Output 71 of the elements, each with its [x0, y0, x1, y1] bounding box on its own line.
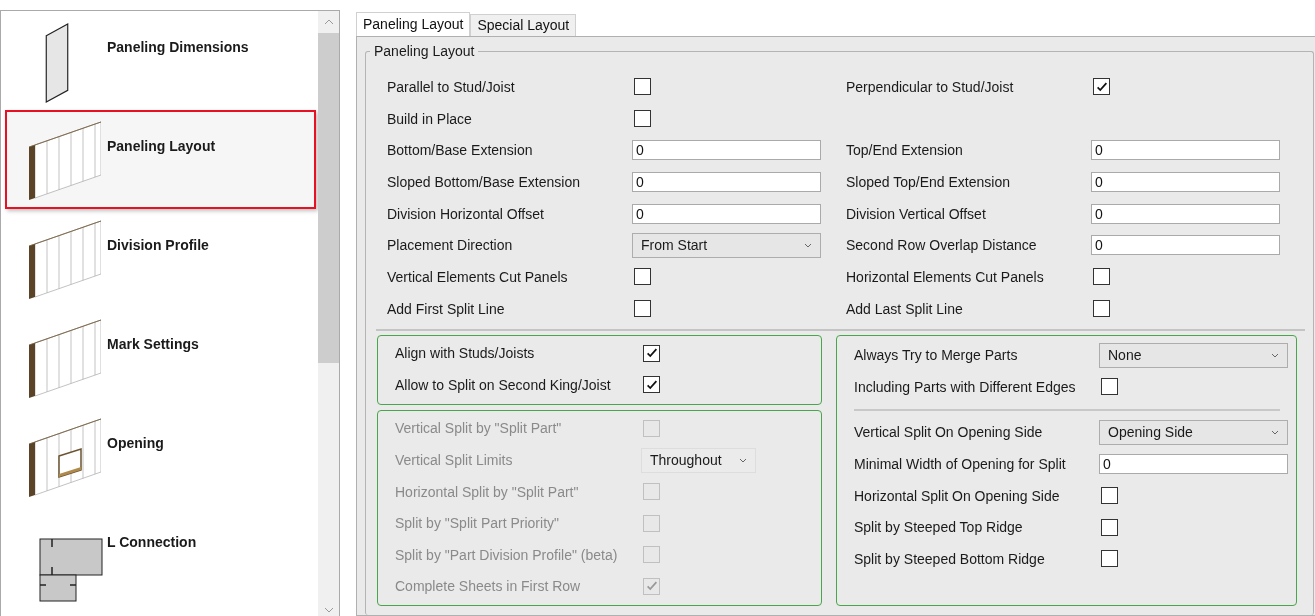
option-label: Vertical Split Limits	[395, 452, 514, 469]
option-label: Split by Steeped Bottom Ridge	[854, 550, 1046, 567]
sidebar-item[interactable]: L Connection	[1, 506, 318, 605]
option-label: Minimal Width of Opening for Split	[854, 456, 1067, 473]
checkbox[interactable]	[634, 78, 651, 96]
l-connection-icon	[39, 538, 103, 602]
field-label: Vertical Elements Cut Panels	[387, 268, 569, 285]
field-label: Placement Direction	[387, 237, 514, 254]
field-label: Sloped Bottom/Base Extension	[387, 173, 581, 190]
dropdown[interactable]: None	[1099, 342, 1288, 368]
field-label: Division Horizontal Offset	[387, 205, 545, 222]
field-label: Perpendicular to Stud/Joist	[846, 78, 1015, 95]
input-field[interactable]: 0	[1091, 235, 1280, 256]
option-label: Vertical Split by "Split Part"	[395, 420, 563, 437]
sidebar-item[interactable]: Mark Settings	[1, 308, 318, 407]
field-label: Add Last Split Line	[846, 300, 964, 317]
sidebar-item[interactable]: Division Profile	[1, 209, 318, 308]
dropdown[interactable]: From Start	[632, 232, 821, 258]
option-label: Horizontal Split by "Split Part"	[395, 483, 580, 500]
checkbox[interactable]	[1101, 518, 1118, 536]
checkbox[interactable]	[1093, 268, 1110, 286]
field-label: Parallel to Stud/Joist	[387, 78, 516, 95]
sidebar-item[interactable]: Paneling Dimensions	[1, 11, 318, 110]
option-label: Vertical Split On Opening Side	[854, 424, 1044, 441]
checkbox[interactable]	[1093, 78, 1110, 96]
field-label: Build in Place	[387, 110, 473, 127]
panel-icon	[45, 23, 69, 103]
caret-icon	[739, 457, 747, 463]
dropdown[interactable]: Opening Side	[1099, 420, 1288, 445]
field-label: Bottom/Base Extension	[387, 142, 534, 159]
field-label: Division Vertical Offset	[846, 205, 987, 222]
checkbox[interactable]	[643, 344, 660, 362]
input-field[interactable]: 0	[632, 203, 821, 224]
checkbox[interactable]	[643, 376, 660, 394]
option-label: Complete Sheets in First Row	[395, 578, 582, 595]
input-field[interactable]: 0	[1091, 140, 1280, 161]
checkbox[interactable]	[1101, 487, 1118, 505]
option-label: Horizontal Split On Opening Side	[854, 487, 1061, 504]
input-field[interactable]: 0	[632, 171, 821, 192]
field-label: Add First Split Line	[387, 300, 506, 317]
sidebar-item[interactable]: Opening	[1, 407, 318, 506]
option-label: Align with Studs/Joists	[395, 345, 536, 362]
tab[interactable]: Paneling Layout	[356, 12, 471, 36]
checkbox[interactable]	[1101, 550, 1118, 568]
checkbox[interactable]	[634, 268, 651, 286]
field-label: Second Row Overlap Distance	[846, 237, 1038, 254]
caret-icon	[1271, 430, 1279, 435]
field-label: Horizontal Elements Cut Panels	[846, 268, 1045, 285]
input-field[interactable]: 0	[632, 140, 821, 161]
checkbox[interactable]	[1093, 300, 1110, 318]
scrollbar-thumb[interactable]	[318, 33, 339, 363]
checkbox[interactable]	[1101, 378, 1118, 396]
input-field[interactable]: 0	[1099, 454, 1288, 475]
tab[interactable]: Special Layout	[470, 14, 577, 36]
input-field[interactable]: 0	[1091, 203, 1280, 224]
option-label: Split by "Part Division Profile" (beta)	[395, 546, 619, 563]
group-title: Paneling Layout	[373, 43, 476, 59]
checkbox[interactable]	[634, 110, 651, 128]
option-label: Split by Steeped Top Ridge	[854, 519, 1024, 536]
input-field[interactable]: 0	[1091, 171, 1280, 192]
sidebar-item[interactable]: Paneling Layout	[5, 110, 316, 209]
option-label: Always Try to Merge Parts	[854, 347, 1019, 364]
checkbox[interactable]	[634, 300, 651, 318]
field-label: Sloped Top/End Extension	[846, 173, 1011, 190]
option-label: Allow to Split on Second King/Joist	[395, 376, 612, 393]
caret-icon	[1271, 352, 1279, 358]
option-label: Including Parts with Different Edges	[854, 378, 1077, 395]
scrollbar[interactable]	[318, 11, 339, 616]
caret-icon	[804, 242, 812, 248]
field-label: Top/End Extension	[846, 142, 964, 159]
option-label: Split by "Split Part Priority"	[395, 515, 560, 532]
